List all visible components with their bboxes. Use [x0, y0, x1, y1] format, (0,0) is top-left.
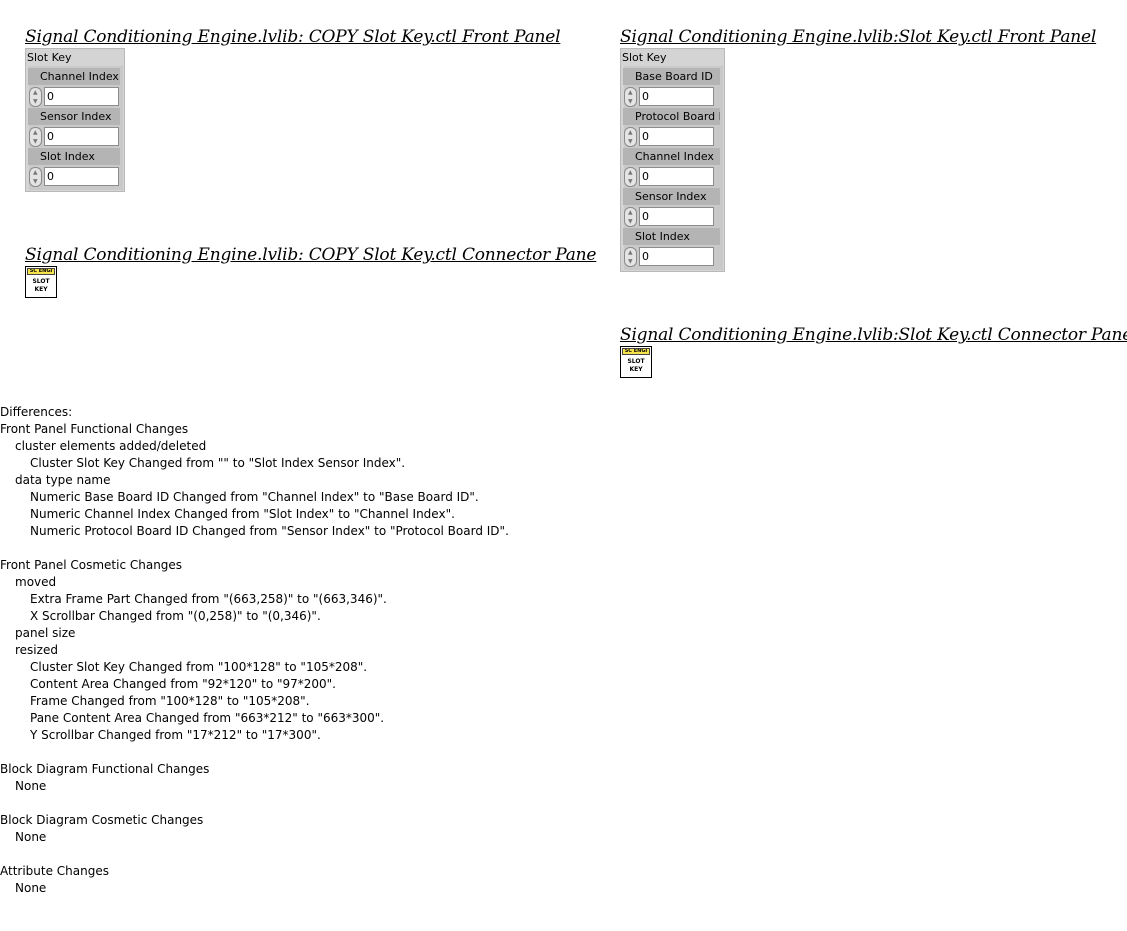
left-sensor-index-control: Sensor Index ▲ ▼ 0 — [28, 108, 120, 148]
left-cluster-label: Slot Key — [27, 51, 72, 64]
sensor-index-input[interactable]: 0 — [44, 127, 119, 146]
difference-line: Numeric Protocol Board ID Changed from "… — [30, 524, 509, 538]
increment-decrement-icon[interactable]: ▲ ▼ — [29, 87, 42, 107]
difference-line: None — [15, 779, 47, 793]
increment-decrement-icon[interactable]: ▲ ▼ — [29, 127, 42, 147]
icon-banner: SC ENGI — [27, 268, 55, 275]
difference-line: panel size — [15, 626, 76, 640]
difference-line: Block Diagram Cosmetic Changes — [0, 813, 204, 827]
icon-caption: SLOT KEY — [32, 278, 50, 293]
increment-decrement-icon[interactable]: ▲ ▼ — [624, 207, 637, 227]
difference-line: X Scrollbar Changed from "(0,258)" to "(… — [30, 609, 321, 623]
differences-report: Differences: Front Panel Functional Chang… — [0, 404, 509, 897]
left-front-panel-title: Signal Conditioning Engine.lvlib: COPY S… — [25, 27, 561, 47]
difference-line: Y Scrollbar Changed from "17*212" to "17… — [30, 728, 321, 742]
difference-line: Front Panel Functional Changes — [0, 422, 189, 436]
difference-line: None — [15, 881, 47, 895]
increment-decrement-icon[interactable]: ▲ ▼ — [624, 127, 637, 147]
difference-line: Differences: — [0, 405, 73, 419]
difference-line: Extra Frame Part Changed from "(663,258)… — [30, 592, 387, 606]
slot-index-input[interactable]: 0 — [639, 247, 714, 266]
control-label: Channel Index — [623, 148, 720, 165]
difference-line: Attribute Changes — [0, 864, 109, 878]
channel-index-input[interactable]: 0 — [44, 87, 119, 106]
left-slot-key-cluster: Slot Key Channel Index ▲ ▼ 0 Sensor Index… — [25, 48, 125, 192]
right-sensor-index-control: Sensor Index ▲ ▼ 0 — [623, 188, 720, 228]
difference-line: resized — [15, 643, 58, 657]
difference-line — [0, 795, 509, 812]
increment-decrement-icon[interactable]: ▲ ▼ — [624, 167, 637, 187]
difference-line: Cluster Slot Key Changed from "100*128" … — [30, 660, 368, 674]
control-label: Slot Index — [623, 228, 720, 245]
right-cluster-label: Slot Key — [622, 51, 667, 64]
difference-line: Cluster Slot Key Changed from "" to "Slo… — [30, 456, 406, 470]
difference-line — [0, 744, 509, 761]
difference-line: Front Panel Cosmetic Changes — [0, 558, 183, 572]
difference-line: Pane Content Area Changed from "663*212"… — [30, 711, 385, 725]
right-channel-index-control: Channel Index ▲ ▼ 0 — [623, 148, 720, 188]
difference-line: Block Diagram Functional Changes — [0, 762, 210, 776]
increment-decrement-icon[interactable]: ▲ ▼ — [624, 247, 637, 267]
sensor-index-input[interactable]: 0 — [639, 207, 714, 226]
difference-line: cluster elements added/deleted — [15, 439, 207, 453]
difference-line: Content Area Changed from "92*120" to "9… — [30, 677, 336, 691]
difference-line: Frame Changed from "100*128" to "105*208… — [30, 694, 310, 708]
channel-index-input[interactable]: 0 — [639, 167, 714, 186]
right-slot-index-control: Slot Index ▲ ▼ 0 — [623, 228, 720, 268]
left-connector-pane-title: Signal Conditioning Engine.lvlib: COPY S… — [25, 245, 597, 265]
left-channel-index-control: Channel Index ▲ ▼ 0 — [28, 68, 120, 108]
difference-line — [0, 540, 509, 557]
control-label: Sensor Index — [28, 108, 120, 125]
difference-line: Numeric Channel Index Changed from "Slot… — [30, 507, 455, 521]
right-connector-pane-title: Signal Conditioning Engine.lvlib:Slot Ke… — [620, 325, 1127, 345]
left-connector-pane-icon: SC ENGI SLOT KEY — [25, 266, 57, 298]
control-label: Protocol Board ID — [623, 108, 720, 125]
difference-line: moved — [15, 575, 57, 589]
protocol-board-id-input[interactable]: 0 — [639, 127, 714, 146]
right-slot-key-cluster: Slot Key Base Board ID ▲ ▼ 0 Protocol Boa… — [620, 48, 725, 272]
control-label: Slot Index — [28, 148, 120, 165]
control-label: Channel Index — [28, 68, 120, 85]
base-board-id-input[interactable]: 0 — [639, 87, 714, 106]
icon-caption: SLOT KEY — [627, 358, 645, 373]
right-base-board-id-control: Base Board ID ▲ ▼ 0 — [623, 68, 720, 108]
slot-index-input[interactable]: 0 — [44, 167, 119, 186]
increment-decrement-icon[interactable]: ▲ ▼ — [624, 87, 637, 107]
difference-line: Numeric Base Board ID Changed from "Chan… — [30, 490, 479, 504]
right-protocol-board-id-control: Protocol Board ID ▲▼ 0 — [623, 108, 720, 148]
right-front-panel-title: Signal Conditioning Engine.lvlib:Slot Ke… — [620, 27, 1097, 47]
difference-line — [0, 846, 509, 863]
control-label: Sensor Index — [623, 188, 720, 205]
right-connector-pane-icon: SC ENGI SLOT KEY — [620, 346, 652, 378]
difference-line: data type name — [15, 473, 111, 487]
icon-banner: SC ENGI — [622, 348, 650, 355]
control-label: Base Board ID — [623, 68, 720, 85]
difference-line: None — [15, 830, 47, 844]
increment-decrement-icon[interactable]: ▲ ▼ — [29, 167, 42, 187]
left-slot-index-control: Slot Index ▲ ▼ 0 — [28, 148, 120, 188]
